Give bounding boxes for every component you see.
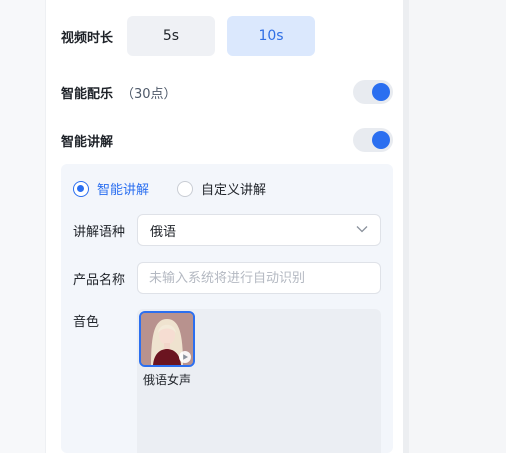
language-value: 俄语 <box>150 224 177 240</box>
smart-narration-toggle[interactable] <box>353 128 393 152</box>
toggle-knob <box>372 131 390 149</box>
duration-5s-button[interactable]: 5s <box>127 16 215 56</box>
voice-name: 俄语女声 <box>142 373 191 387</box>
video-duration-label: 视频时长 <box>61 31 114 46</box>
language-select[interactable]: 俄语 <box>137 214 381 246</box>
radio-label: 自定义讲解 <box>201 183 267 198</box>
smart-music-row: 智能配乐 （30点） <box>61 83 177 102</box>
smart-music-label: 智能配乐 <box>61 87 114 102</box>
chevron-down-icon <box>356 226 368 233</box>
duration-10s-button[interactable]: 10s <box>227 16 315 56</box>
voice-avatar <box>141 313 193 365</box>
toggle-knob <box>372 83 390 101</box>
preview-area <box>409 0 506 453</box>
product-name-label: 产品名称 <box>73 273 126 288</box>
left-sidebar <box>0 0 46 453</box>
smart-music-cost: （30点） <box>121 87 177 102</box>
product-name-input[interactable] <box>137 262 381 294</box>
radio-unchecked-icon <box>177 180 193 197</box>
radio-label: 智能讲解 <box>97 183 150 198</box>
radio-custom-narration[interactable]: 自定义讲解 <box>177 179 266 198</box>
smart-music-toggle[interactable] <box>353 80 393 104</box>
language-label: 讲解语种 <box>73 225 126 240</box>
voice-label: 音色 <box>73 315 100 330</box>
voice-option-russian-female[interactable] <box>139 311 195 367</box>
radio-smart-narration[interactable]: 智能讲解 <box>73 179 149 198</box>
smart-narration-label: 智能讲解 <box>61 135 114 150</box>
radio-checked-icon <box>73 180 89 197</box>
